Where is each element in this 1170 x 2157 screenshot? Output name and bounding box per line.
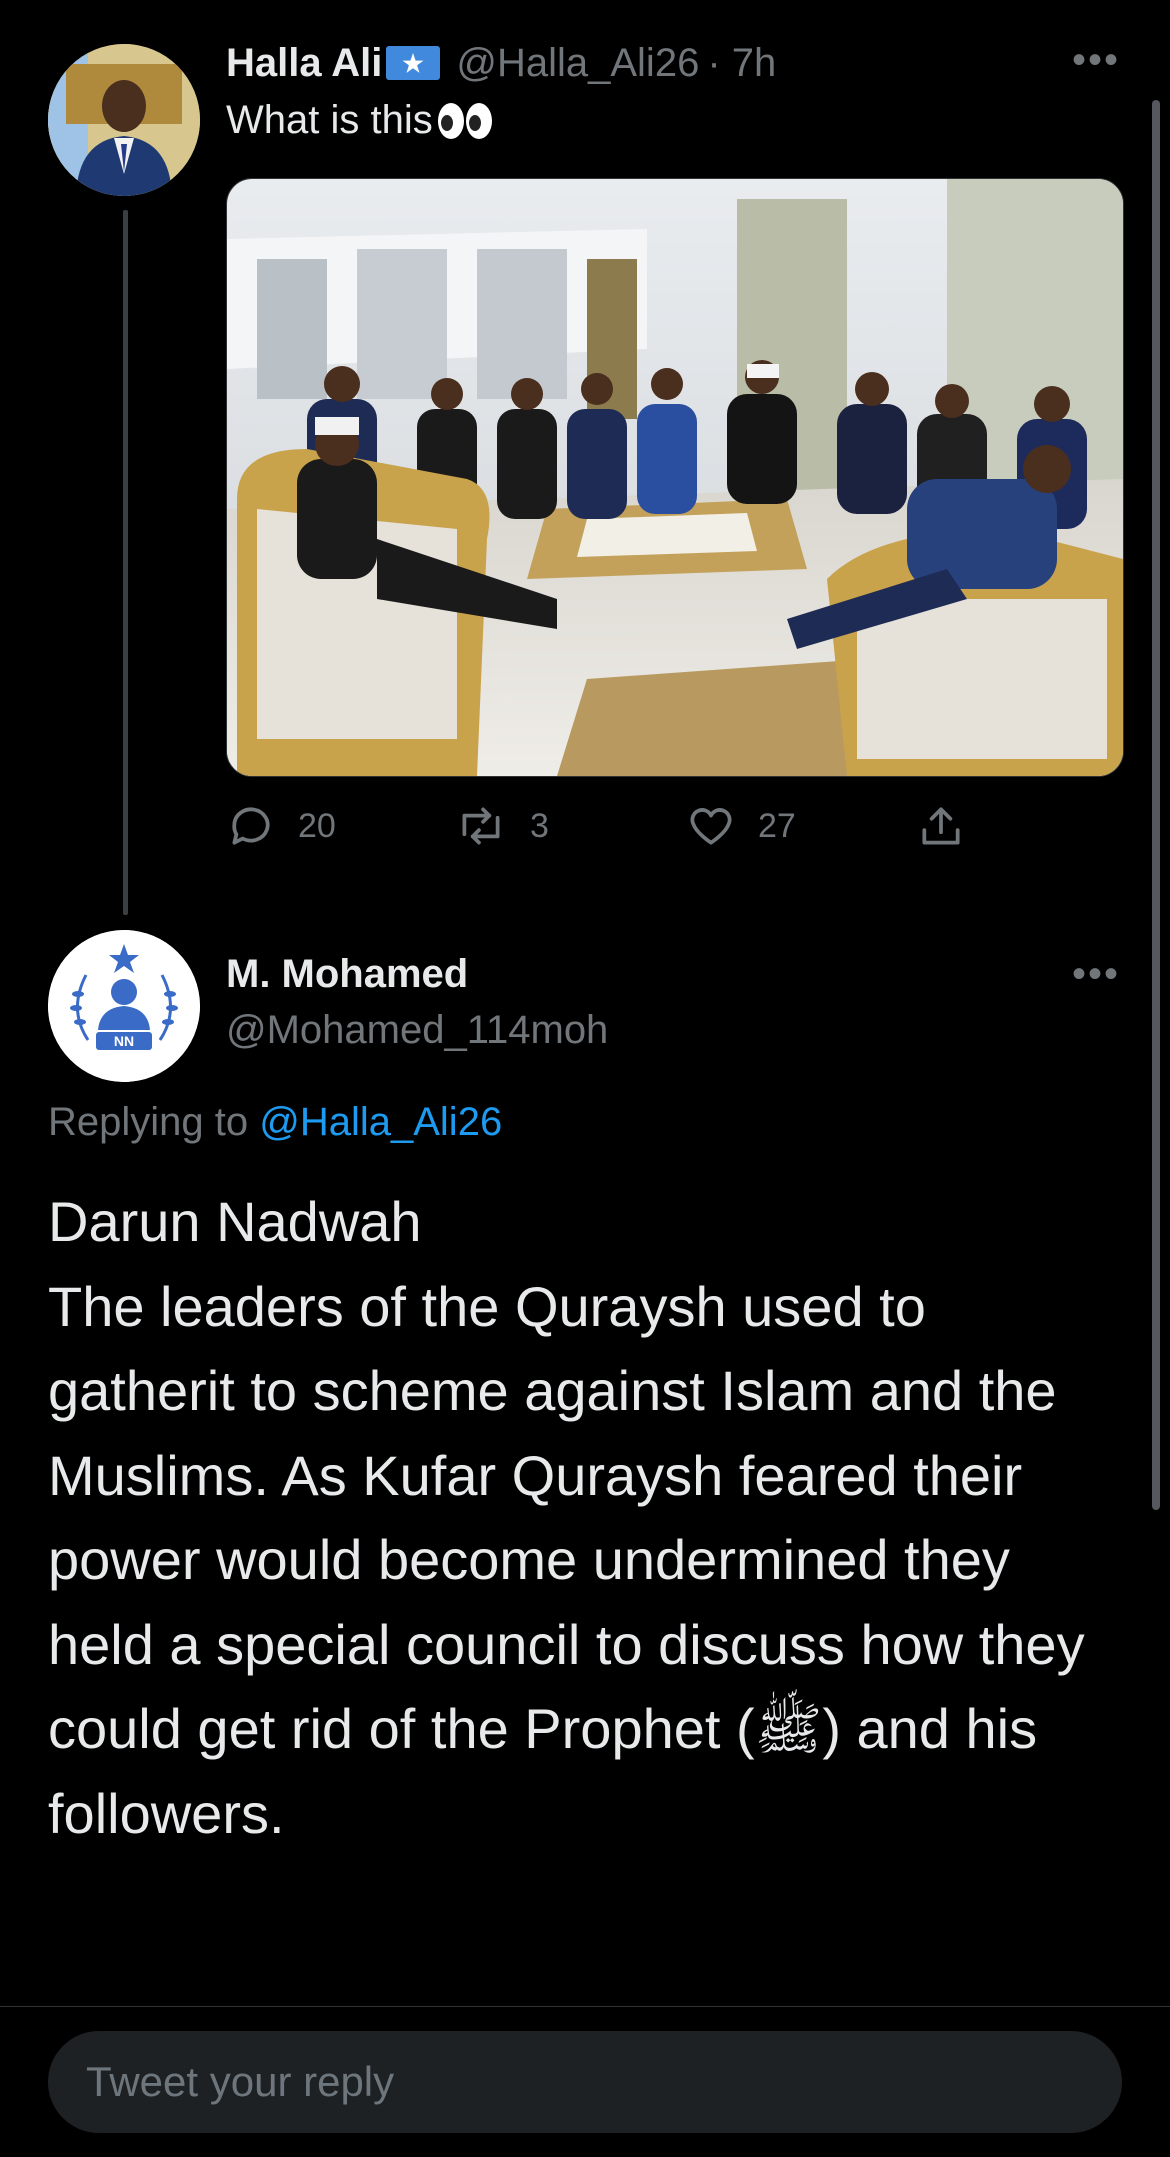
share-icon xyxy=(922,807,960,845)
replying-handle-link[interactable]: @Halla_Ali26 xyxy=(259,1100,502,1144)
tweet2-handle[interactable]: @Mohamed_114moh xyxy=(226,1008,608,1053)
replying-prefix: Replying to xyxy=(48,1100,260,1144)
thread-connector xyxy=(123,210,128,915)
scrollbar[interactable] xyxy=(1152,100,1160,1510)
tweet1-header: Halla Ali @Halla_Ali26 · 7h xyxy=(226,38,776,88)
somali-flag-emoji xyxy=(386,46,441,80)
reply-bar-divider xyxy=(0,2006,1170,2007)
tweet1-more-icon[interactable]: ••• xyxy=(1072,38,1120,83)
retweet-count: 3 xyxy=(530,806,549,845)
tweet1-display-name[interactable]: Halla Ali xyxy=(226,41,382,86)
m-mohamed-avatar[interactable]: NN xyxy=(48,930,200,1082)
reply-icon xyxy=(232,807,270,845)
tweet2-body: Darun Nadwah The leaders of the Quraysh … xyxy=(48,1190,1085,1845)
reply-button[interactable]: 20 xyxy=(226,796,336,856)
tweet1-text: What is this xyxy=(226,98,495,143)
tweet1-photo[interactable] xyxy=(226,178,1124,777)
like-icon xyxy=(690,808,732,845)
tweet2-more-icon[interactable]: ••• xyxy=(1072,952,1120,997)
like-button[interactable]: 27 xyxy=(686,796,796,856)
tweet1-text-content: What is this xyxy=(226,98,433,142)
halla-ali-avatar[interactable] xyxy=(48,44,200,196)
svg-text:NN: NN xyxy=(114,1033,134,1049)
like-count: 27 xyxy=(758,806,796,845)
share-button[interactable] xyxy=(916,796,988,856)
replying-to: Replying to @Halla_Ali26 xyxy=(48,1100,502,1145)
tweet1-timestamp[interactable]: · 7h xyxy=(707,41,776,86)
reply-count: 20 xyxy=(298,806,336,845)
tweet-reply-input[interactable] xyxy=(84,2057,1122,2107)
retweet-button[interactable]: 3 xyxy=(454,796,549,856)
eyes-emoji xyxy=(437,101,495,141)
tweet2-display-name[interactable]: M. Mohamed xyxy=(226,952,468,997)
retweet-icon xyxy=(462,807,500,845)
reply-box[interactable] xyxy=(48,2031,1122,2133)
tweet1-handle[interactable]: @Halla_Ali26 xyxy=(456,41,699,86)
